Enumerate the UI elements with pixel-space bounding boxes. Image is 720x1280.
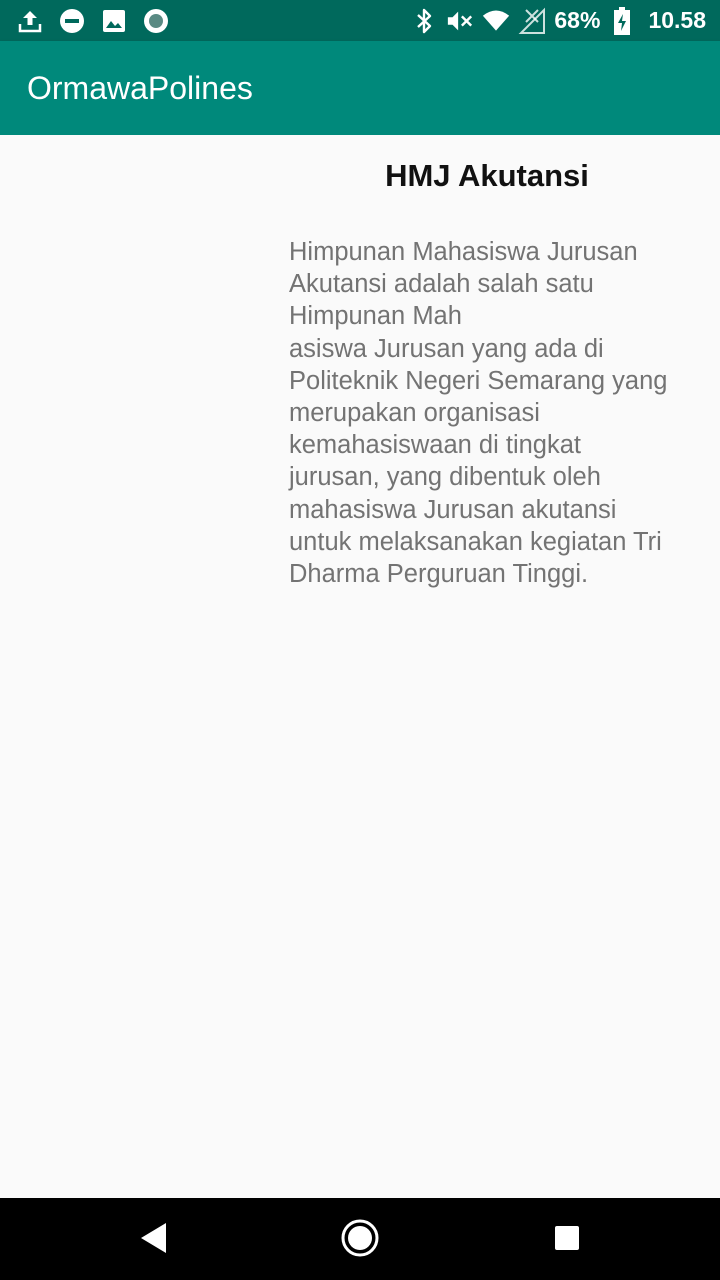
description-line: jurusan, yang dibentuk oleh bbox=[289, 463, 601, 492]
recents-icon bbox=[554, 1225, 580, 1256]
description-line: asiswa Jurusan yang ada di bbox=[289, 334, 604, 363]
description-line: untuk melaksanakan kegiatan Tri bbox=[289, 527, 662, 556]
clock: 10.58 bbox=[648, 7, 706, 33]
record-icon bbox=[142, 7, 170, 35]
description-line: Politeknik Negeri Semarang yang bbox=[289, 366, 668, 395]
status-notification-icons bbox=[16, 0, 170, 41]
recents-button[interactable] bbox=[543, 1217, 591, 1263]
back-button[interactable] bbox=[130, 1217, 178, 1263]
description-line: merupakan organisasi bbox=[289, 399, 540, 428]
home-button[interactable] bbox=[336, 1217, 384, 1263]
content-area: HMJ Akutansi Himpunan Mahasiswa Jurusan … bbox=[0, 135, 720, 1198]
no-signal-icon bbox=[518, 7, 546, 35]
battery-percentage: 68% bbox=[554, 7, 601, 33]
description-line: Akutansi adalah salah satu bbox=[289, 270, 594, 299]
description-line: Himpunan Mahasiswa Jurusan bbox=[289, 238, 638, 266]
organization-title: HMJ Akutansi bbox=[385, 158, 589, 193]
navigation-bar bbox=[0, 1198, 720, 1280]
battery-charging-icon bbox=[608, 6, 636, 35]
wifi-icon bbox=[482, 7, 510, 35]
description-line: Dharma Perguruan Tinggi. bbox=[289, 560, 589, 589]
home-icon bbox=[340, 1218, 380, 1263]
app-bar: OrmawaPolines bbox=[0, 41, 720, 135]
status-bar: 68% 10.58 bbox=[0, 0, 720, 41]
image-icon bbox=[100, 7, 128, 35]
description-line: kemahasiswaan di tingkat bbox=[289, 431, 581, 460]
description-line: mahasiswa Jurusan akutansi bbox=[289, 495, 617, 524]
do-not-disturb-icon bbox=[58, 7, 86, 35]
volume-muted-icon bbox=[446, 7, 474, 35]
back-icon bbox=[139, 1221, 169, 1260]
upload-icon bbox=[16, 7, 44, 35]
organization-description: Himpunan Mahasiswa Jurusan Akutansi adal… bbox=[289, 236, 709, 590]
image-placeholder bbox=[0, 135, 270, 435]
description-line: Himpunan Mah bbox=[289, 302, 462, 331]
app-title: OrmawaPolines bbox=[27, 70, 253, 106]
status-system-icons: 68% 10.58 bbox=[410, 0, 706, 41]
bluetooth-icon bbox=[410, 7, 438, 35]
